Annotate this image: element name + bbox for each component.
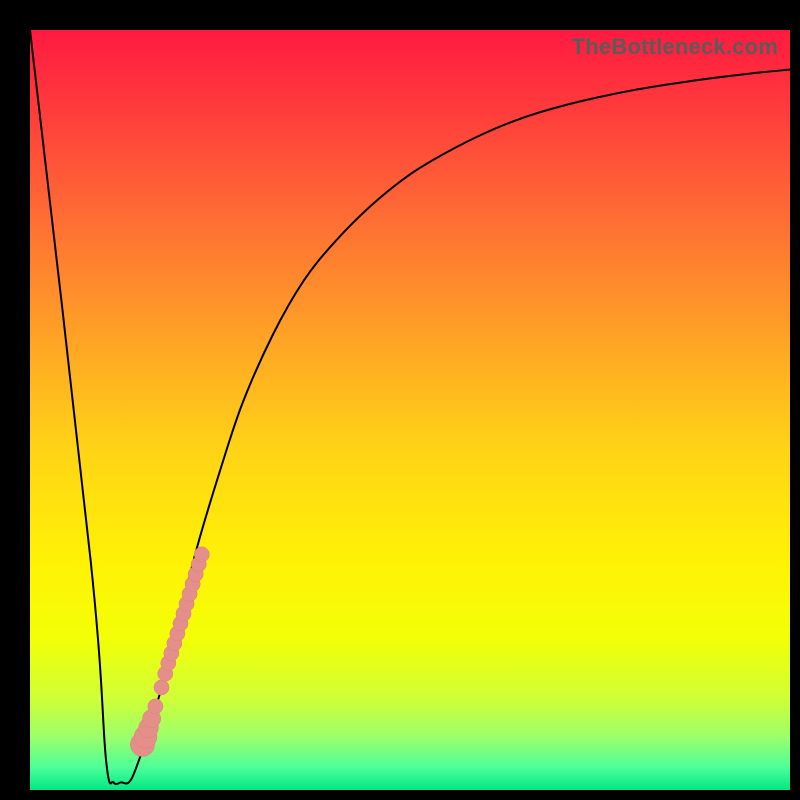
plot-area: TheBottleneck.com — [30, 30, 790, 790]
highlight-dots — [130, 547, 209, 757]
highlight-dot — [154, 680, 169, 695]
highlight-dot — [194, 547, 209, 562]
chart-frame: TheBottleneck.com — [0, 0, 800, 800]
bottleneck-curve — [30, 30, 790, 784]
chart-svg — [30, 30, 790, 790]
highlight-dot — [148, 699, 163, 714]
